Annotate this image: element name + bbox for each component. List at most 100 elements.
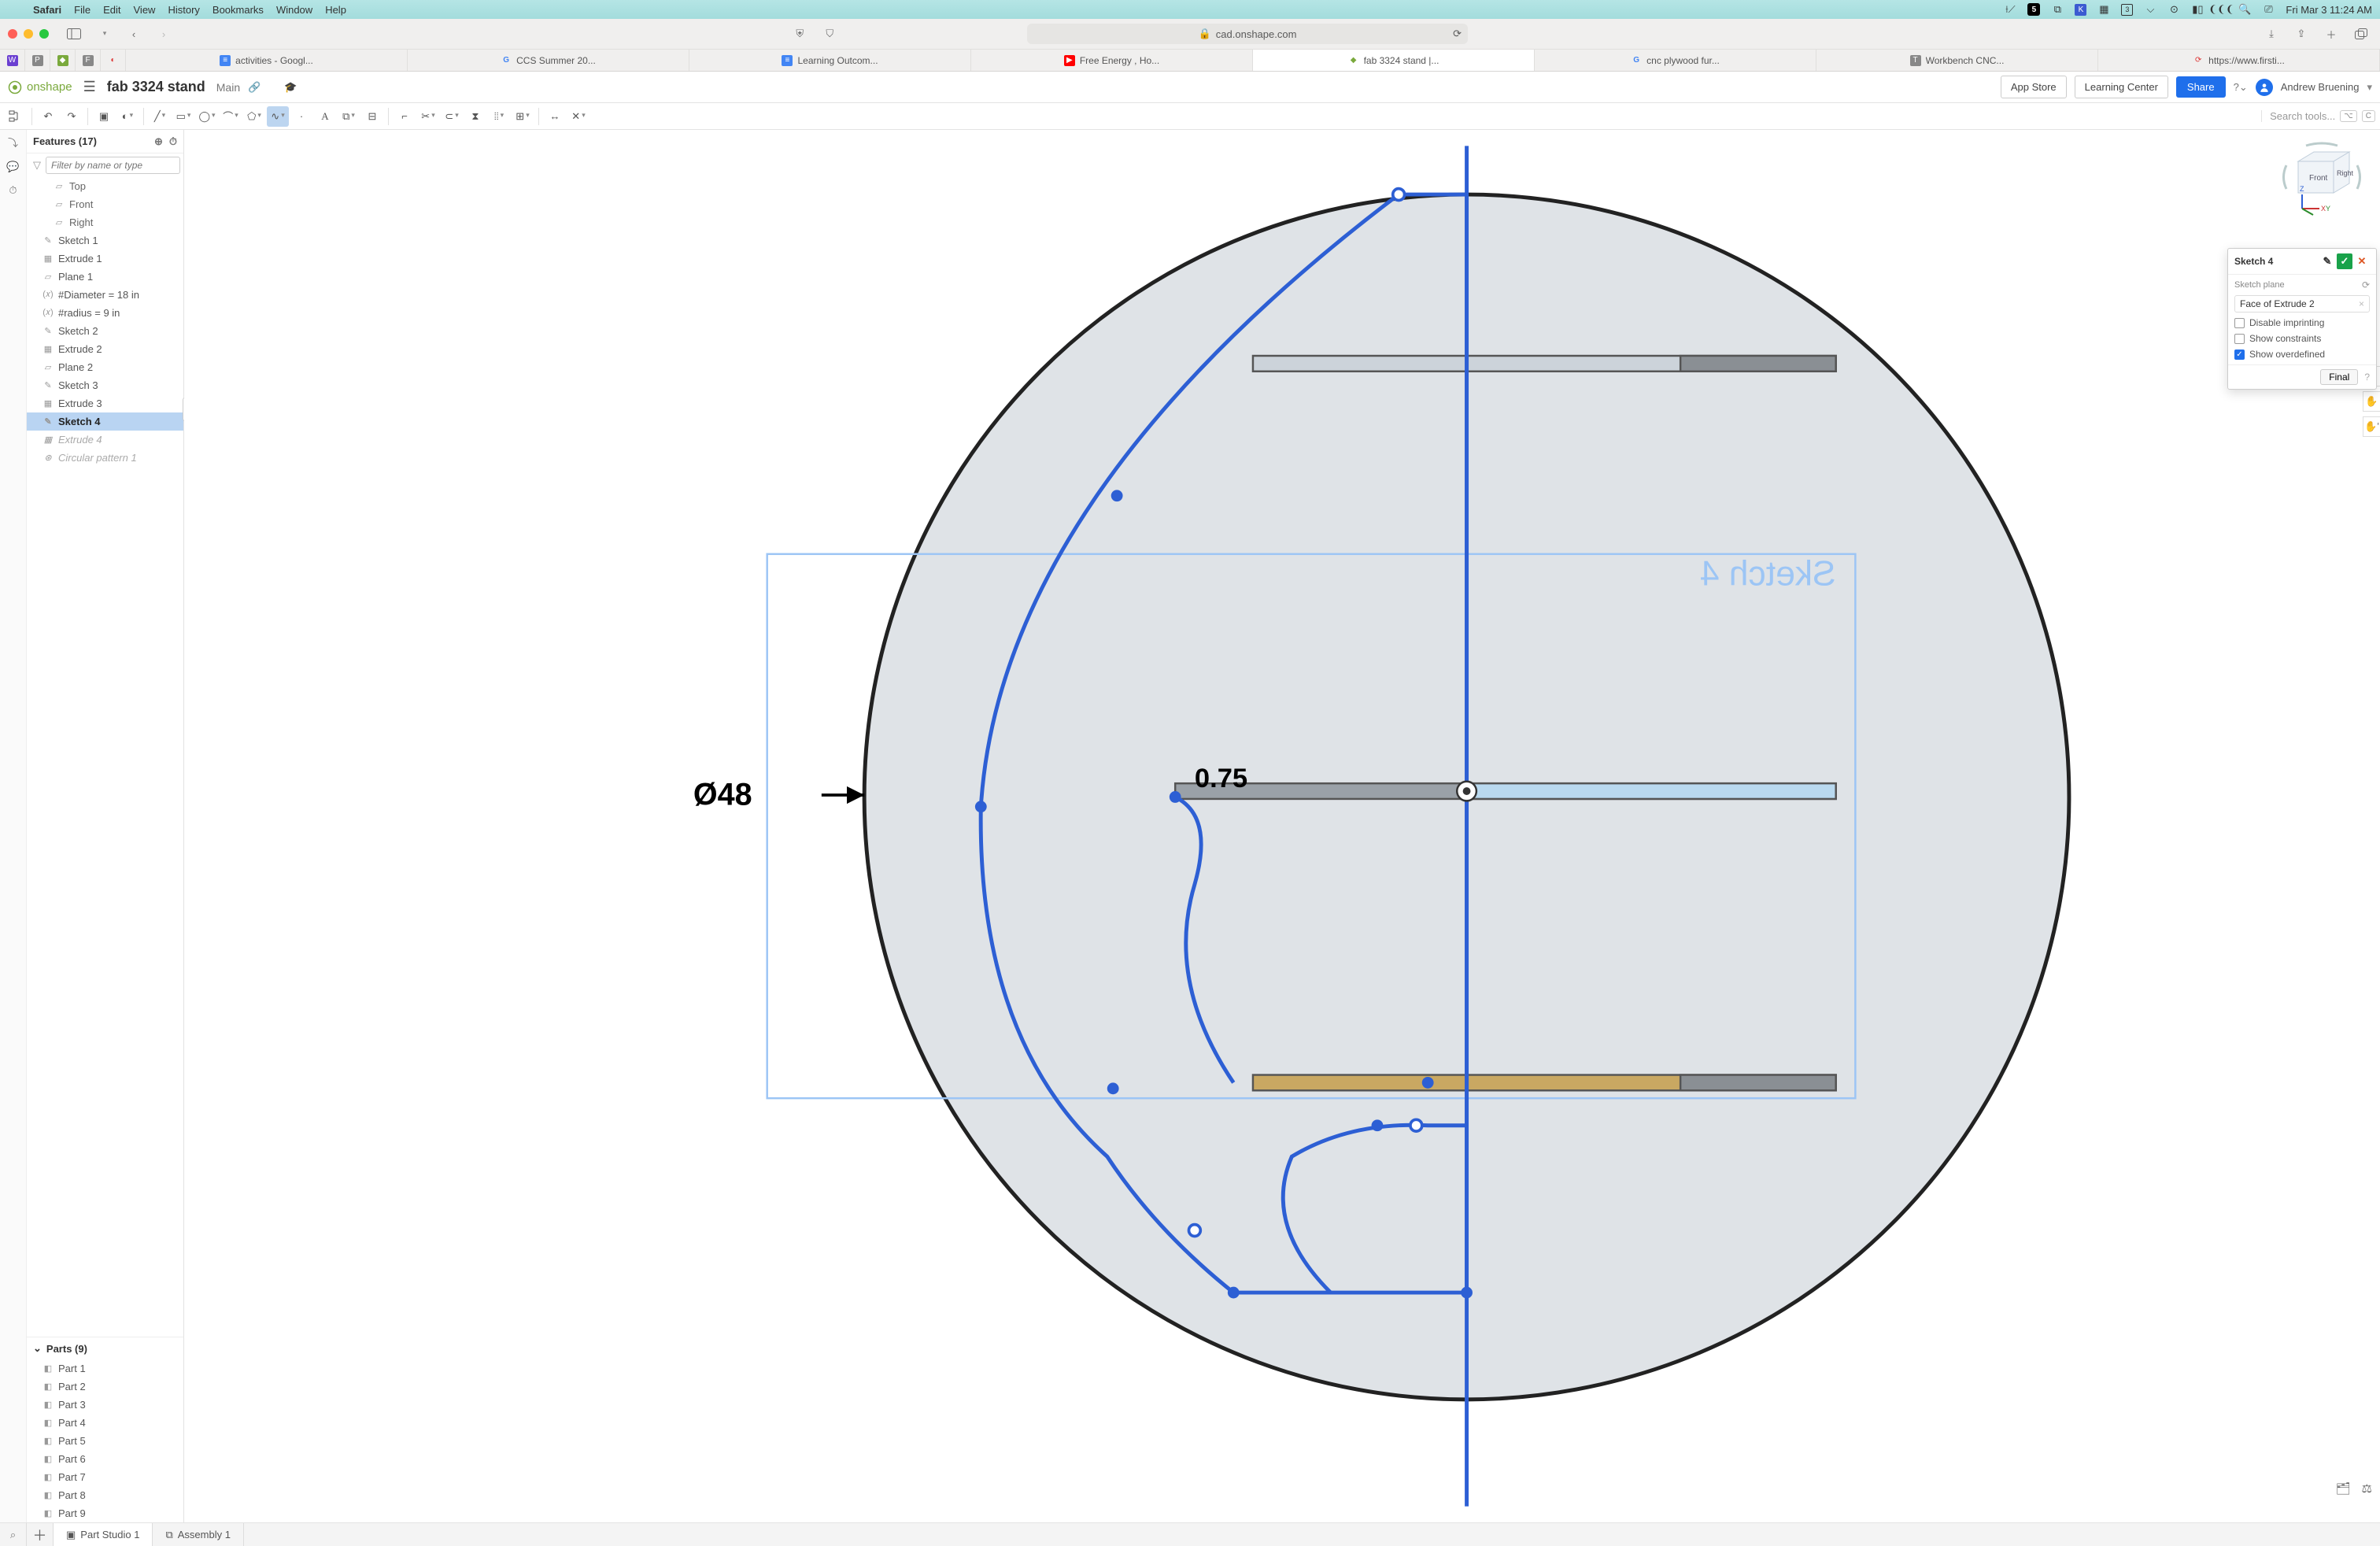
line-tool[interactable]: ╱: [149, 106, 171, 127]
display-mode-icon[interactable]: 🗂: [2336, 1481, 2351, 1496]
wifi-icon[interactable]: ❨❨❨: [2215, 3, 2227, 16]
bluetooth-icon[interactable]: ⌵: [2144, 3, 2156, 16]
browser-tab[interactable]: Gcnc plywood fur...: [1535, 50, 1816, 71]
user-name[interactable]: Andrew Bruening: [2281, 81, 2360, 93]
share-button[interactable]: Share: [2176, 76, 2226, 98]
arc-tool[interactable]: ⌒: [220, 106, 242, 127]
tab-part-studio[interactable]: ▣ Part Studio 1: [54, 1523, 153, 1546]
menu-bookmarks[interactable]: Bookmarks: [213, 4, 264, 16]
browser-tab-active[interactable]: ◆fab 3324 stand |...: [1253, 50, 1535, 71]
nav-back-button[interactable]: ‹: [123, 24, 145, 43]
pinned-tab[interactable]: ◆: [50, 50, 76, 71]
menu-window[interactable]: Window: [276, 4, 312, 16]
history-icon[interactable]: ⟳: [2362, 279, 2370, 290]
disable-imprinting-checkbox[interactable]: Disable imprinting: [2234, 317, 2370, 328]
model-canvas[interactable]: Sketch 4: [184, 130, 2380, 1522]
part-item[interactable]: ◧Part 4: [27, 1414, 183, 1432]
calendar-icon[interactable]: 3: [2121, 4, 2133, 16]
sidebar-toggle-button[interactable]: [63, 24, 85, 43]
hide-show-tool[interactable]: ▣: [93, 106, 115, 127]
status-icon[interactable]: ▦: [2097, 3, 2110, 16]
image-tool[interactable]: ⊞: [512, 106, 534, 127]
privacy-shield-icon[interactable]: ⛨: [789, 24, 811, 43]
clear-plane-icon[interactable]: ×: [2359, 298, 2364, 309]
menu-file[interactable]: File: [74, 4, 91, 16]
tab-manager-button[interactable]: ⌕: [0, 1523, 27, 1546]
dimension-tool[interactable]: ↔: [544, 106, 566, 127]
construction-toggle[interactable]: ⊟: [361, 106, 383, 127]
status-icon[interactable]: ⟊⟋: [2004, 3, 2016, 16]
feature-item[interactable]: ▱Top: [27, 177, 183, 195]
pinned-tab[interactable]: F: [76, 50, 101, 71]
trim-tool[interactable]: ✂: [417, 106, 439, 127]
feature-item[interactable]: ✎Sketch 1: [27, 231, 183, 250]
feature-item[interactable]: (𝑥)#radius = 9 in: [27, 304, 183, 322]
feature-filter-input[interactable]: [46, 157, 180, 174]
constraint-tool[interactable]: ✕: [567, 106, 589, 127]
feature-item[interactable]: ▱Plane 1: [27, 268, 183, 286]
feature-item[interactable]: ✎Sketch 4: [27, 412, 183, 431]
offset-tool[interactable]: ⊂: [441, 106, 463, 127]
pinned-tab[interactable]: P: [25, 50, 50, 71]
browser-tab[interactable]: TWorkbench CNC...: [1816, 50, 2098, 71]
polygon-tool[interactable]: ⬠: [243, 106, 265, 127]
dock-icon[interactable]: ✋': [2363, 416, 2380, 437]
point-tool[interactable]: ·: [290, 106, 312, 127]
redo-button[interactable]: ↷: [61, 106, 83, 127]
section-view-tool[interactable]: ◐: [116, 106, 139, 127]
pinned-tab[interactable]: W: [0, 50, 25, 71]
control-center-icon[interactable]: ⎚: [2262, 3, 2275, 16]
tab-assembly[interactable]: ⧉ Assembly 1: [153, 1523, 244, 1546]
address-bar[interactable]: 🔒 cad.onshape.com ⟳: [1027, 24, 1468, 44]
menu-view[interactable]: View: [134, 4, 156, 16]
dropbox-icon[interactable]: ⧉: [2051, 3, 2064, 16]
view-cube[interactable]: Front Right Z X Y: [2275, 138, 2369, 224]
show-overdefined-checkbox[interactable]: ✓Show overdefined: [2234, 349, 2370, 360]
part-item[interactable]: ◧Part 8: [27, 1486, 183, 1504]
pinned-tab[interactable]: ◐: [101, 50, 126, 71]
pattern-tool[interactable]: ⦙⦙: [488, 106, 510, 127]
feature-item[interactable]: ▦Extrude 4: [27, 431, 183, 449]
text-tool[interactable]: A: [314, 106, 336, 127]
edit-pencil-icon[interactable]: ✎: [2319, 253, 2335, 269]
feature-tree-toggle[interactable]: [5, 106, 27, 127]
feature-item[interactable]: ▱Right: [27, 213, 183, 231]
feature-item[interactable]: ▱Front: [27, 195, 183, 213]
play-icon[interactable]: ⊙: [2168, 3, 2180, 16]
menu-edit[interactable]: Edit: [103, 4, 120, 16]
history-icon[interactable]: ⏱: [9, 184, 17, 197]
cancel-button[interactable]: ✕: [2354, 253, 2370, 269]
feature-item[interactable]: ▦Extrude 1: [27, 250, 183, 268]
part-item[interactable]: ◧Part 1: [27, 1359, 183, 1378]
nav-forward-button[interactable]: ›: [153, 24, 175, 43]
insert-feature-icon[interactable]: ⤵: [8, 135, 18, 150]
feature-item[interactable]: ⊛Circular pattern 1: [27, 449, 183, 467]
share-button[interactable]: ⇪: [2290, 24, 2312, 43]
filter-icon[interactable]: ▽: [33, 159, 41, 172]
battery-icon[interactable]: ▮▯: [2191, 3, 2204, 16]
feature-item[interactable]: ▦Extrude 3: [27, 394, 183, 412]
browser-tab[interactable]: ▶Free Energy , Ho...: [971, 50, 1253, 71]
user-avatar-icon[interactable]: [2256, 79, 2273, 96]
part-item[interactable]: ◧Part 5: [27, 1432, 183, 1450]
window-minimize-button[interactable]: [24, 29, 33, 39]
mirror-tool[interactable]: ⧗: [464, 106, 486, 127]
mass-props-icon[interactable]: ⚖: [2362, 1481, 2372, 1496]
sketch-plane-value[interactable]: Face of Extrude 2 ×: [2234, 295, 2370, 313]
part-item[interactable]: ◧Part 7: [27, 1468, 183, 1486]
part-item[interactable]: ◧Part 2: [27, 1378, 183, 1396]
apple-icon[interactable]: [8, 3, 20, 16]
clock[interactable]: Fri Mar 3 11:24 AM: [2286, 4, 2372, 16]
tab-group-menu[interactable]: [93, 24, 115, 43]
rectangle-tool[interactable]: ▭: [172, 106, 194, 127]
onshape-logo[interactable]: onshape: [8, 80, 72, 94]
menu-help[interactable]: Help: [325, 4, 346, 16]
browser-tab[interactable]: ⟳https://www.firsti...: [2098, 50, 2380, 71]
part-item[interactable]: ◧Part 6: [27, 1450, 183, 1468]
active-app-name[interactable]: Safari: [33, 4, 61, 16]
user-menu-caret[interactable]: ▾: [2367, 81, 2372, 94]
downloads-button[interactable]: ⤓: [2260, 24, 2282, 43]
reload-button[interactable]: ⟳: [1453, 28, 1462, 40]
undo-button[interactable]: ↶: [37, 106, 59, 127]
sketch-dialog[interactable]: Sketch 4 ✎ ✓ ✕ Sketch plane ⟳ Face of Ex…: [2227, 248, 2377, 390]
